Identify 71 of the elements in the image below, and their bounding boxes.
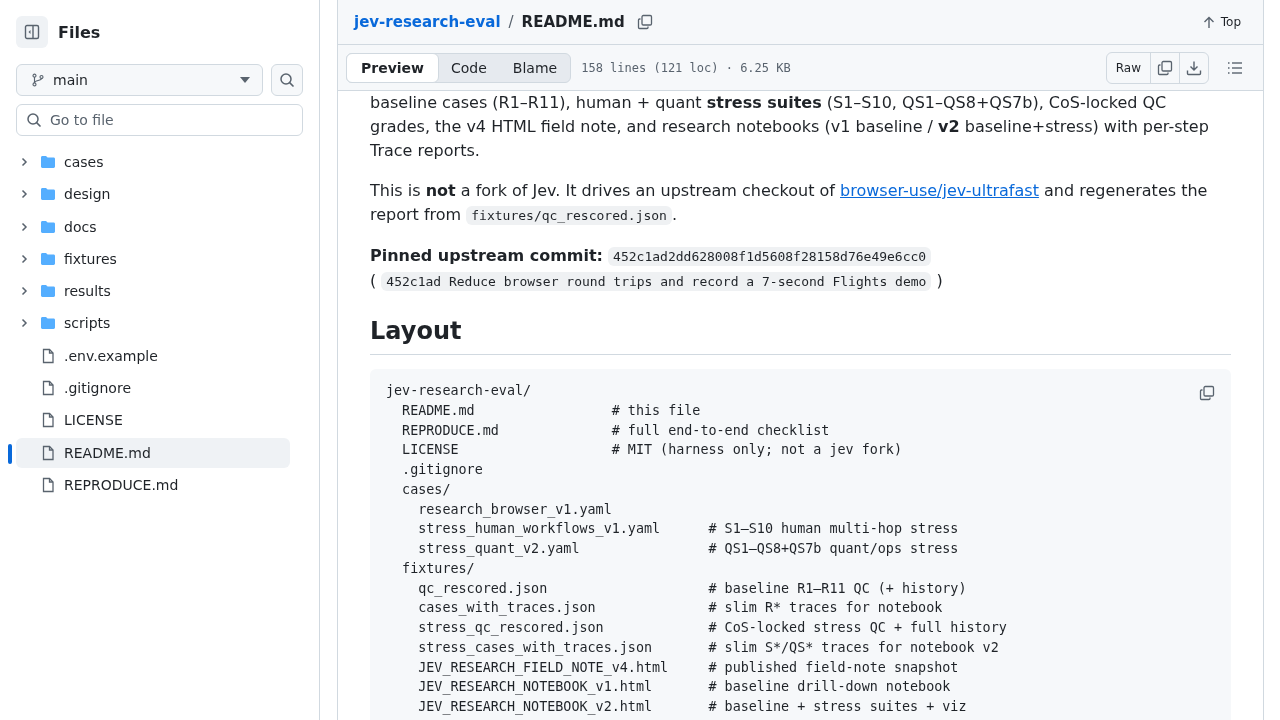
search-icon [26, 112, 42, 128]
caret-icon [240, 77, 250, 83]
file-icon [40, 380, 56, 397]
branch-icon [31, 73, 45, 87]
folder-icon [40, 250, 56, 267]
code-line: cases/ [401, 480, 451, 499]
code-line: .gitignore [401, 461, 483, 479]
code-line: cases_with_traces.json # slim R* traces for notebook [417, 599, 943, 618]
arrow-up-icon [1202, 15, 1215, 29]
inline-code: 452c1ad Reduce browser round trips and record a 7-second Flights demo [381, 272, 932, 291]
folder-icon [40, 218, 56, 235]
collapse-sidebar-button[interactable] [16, 16, 48, 48]
code-line: research_browser_v1.yaml [417, 500, 612, 520]
file-tree-item[interactable]: LICENSE [16, 405, 290, 436]
code-line: stress_human_workflows_v1.yaml # S1–S10 human multi-hop stress [417, 520, 959, 539]
search-field[interactable]: Go to file [16, 104, 303, 136]
sidebar-panel-icon [24, 24, 40, 40]
download-icon [1186, 59, 1202, 76]
code-line: REPRODUCE.md # full end-to-end checklist [401, 421, 830, 440]
view-tab[interactable]: Blame [499, 53, 571, 82]
view-tab[interactable]: Code [438, 53, 500, 82]
folder-icon [40, 315, 56, 332]
code-line: jev-research-eval/ [386, 382, 532, 400]
code-line: JEV_RESEARCH_FIELD_NOTE_v4.html # published field-note snapshot [417, 658, 959, 678]
file-icon [40, 476, 56, 493]
file-tree-item[interactable]: scripts [16, 308, 290, 339]
inline-code: fixtures/qc_rescored.json [466, 206, 672, 225]
file-tree-item[interactable]: docs [16, 211, 290, 242]
sidebar-title: Files [58, 22, 101, 42]
file-tree-item[interactable]: fixtures [16, 243, 290, 274]
folder-icon [40, 154, 56, 170]
file-tree-item[interactable]: REPRODUCE.md [16, 469, 290, 500]
copy-icon [1157, 59, 1173, 76]
file-tree-item[interactable]: cases [16, 147, 290, 177]
top-button[interactable]: Top [1196, 14, 1247, 30]
folder-icon [40, 283, 56, 300]
code-line: JEV_RESEARCH_NOTEBOOK_v2.html # baseline + stress suites + viz [417, 698, 967, 717]
file-name: README.md [521, 13, 625, 31]
search-button[interactable] [271, 64, 303, 96]
repository-link[interactable]: jev-research-eval [354, 13, 501, 31]
file-icon [40, 412, 56, 429]
view-tab[interactable]: Preview [346, 52, 439, 83]
paragraph: Pinned upstream commit: 452c1ad2dd628008f1d5608f28158d76e49e6cc0 ( 452c1ad Reduce browser round trips and record a 7-second Flights demo ) [370, 245, 944, 293]
code-line: JEV_RESEARCH_NOTEBOOK_v1.html # baseline drill-down notebook [417, 678, 951, 697]
file-info: 158 lines (121 loc) · 6.25 KB [581, 60, 791, 75]
list-icon [1227, 59, 1243, 76]
file-icon [40, 347, 56, 364]
selection-indicator [8, 443, 12, 464]
code-line: fixtures/ [401, 559, 475, 578]
copy-icon [636, 14, 653, 30]
paragraph: baseline cases (R1–R11), human + quant stress suites (S1–S10, QS1–QS8+QS7b), CoS-locked QC grades, the v4 HTML field note, and research notebooks (v1 baseline / v2 baseline+stress) with per-step Trace reports. [370, 92, 1210, 162]
branch-selector[interactable]: main [16, 64, 263, 96]
path-separator: / [508, 13, 514, 31]
file-tree-item[interactable]: design [16, 179, 290, 210]
code-line: stress_qc_rescored.json # CoS-locked stress QC + full history [417, 619, 1007, 638]
code-line: stress_cases_with_traces.json # slim S*/QS* traces for notebook v2 [417, 638, 999, 658]
file-tree-item[interactable]: .gitignore [16, 373, 290, 404]
file-tree-item[interactable]: results [16, 276, 290, 307]
search-icon [279, 72, 295, 88]
code-line: qc_rescored.json # baseline R1–R11 QC (+ history) [417, 579, 967, 599]
section-heading: Layout [370, 316, 1231, 355]
link[interactable]: browser-use/jev-ultrafast [840, 181, 1039, 200]
file-icon [40, 444, 56, 461]
code-line: LICENSE # MIT (harness only; not a jev fork) [401, 441, 902, 460]
copy-icon [1199, 385, 1215, 401]
code-line: stress_quant_v2.yaml # QS1–QS8+QS7b quant/ops stress [417, 540, 959, 559]
file-tree-item[interactable]: .env.example [16, 340, 290, 371]
inline-code: 452c1ad2dd628008f1d5608f28158d76e49e6cc0 [608, 247, 932, 266]
code-line: README.md # this file [401, 401, 701, 420]
paragraph: This is not a fork of Jev. It drives an upstream checkout of browser-use/jev-ultrafast and regenerates the report from fixtures/qc_rescored.json . [370, 180, 1209, 227]
folder-icon [40, 186, 56, 203]
